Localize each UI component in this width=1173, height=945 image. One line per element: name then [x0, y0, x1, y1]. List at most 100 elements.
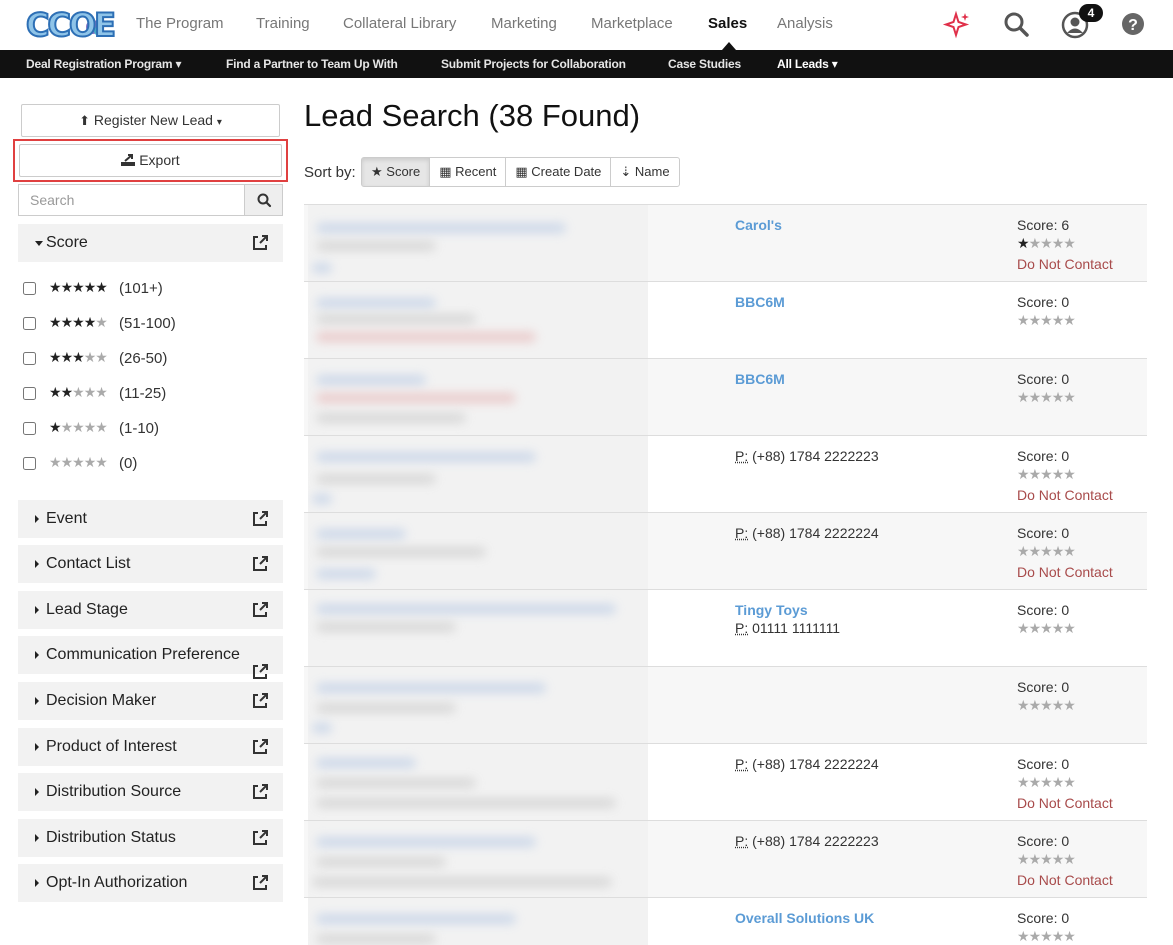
table-row[interactable]: P: (+88) 1784 2222224 Score: 0 ★★★★★ Do Not…	[304, 512, 1147, 589]
company-link[interactable]: Carol's	[735, 217, 782, 233]
subnav-submit-projects[interactable]: Submit Projects for Collaboration	[441, 57, 626, 71]
phone-prefix: P:	[735, 448, 748, 464]
star-rating-icon: ★★★★★	[1017, 620, 1075, 637]
table-row[interactable]: P: (+88) 1784 2222223 Score: 0 ★★★★★ Do Not…	[304, 820, 1147, 897]
score-checkbox[interactable]	[23, 282, 36, 295]
table-row[interactable]: Tingy Toys P: 01111 1111111 Score: 0 ★★★★★	[304, 589, 1147, 666]
phone-number: P: (+88) 1784 2222223	[735, 448, 879, 464]
caret-right-icon	[35, 788, 39, 796]
nav-marketing[interactable]: Marketing	[491, 15, 557, 32]
external-link-icon[interactable]	[251, 738, 269, 756]
export-icon	[121, 154, 135, 166]
facet-score-label: Score	[46, 234, 88, 252]
table-row[interactable]: P: (+88) 1784 2222224 Score: 0 ★★★★★ Do Not…	[304, 743, 1147, 820]
redacted-lead-details	[308, 821, 648, 897]
phone-prefix: P:	[735, 756, 748, 772]
do-not-contact-label: Do Not Contact	[1017, 256, 1113, 272]
facet-label: Lead Stage	[46, 601, 128, 619]
score-checkbox[interactable]	[23, 457, 36, 470]
subnav-all-leads[interactable]: All Leads ▾	[777, 57, 838, 71]
nav-training[interactable]: Training	[256, 15, 310, 32]
sort-name-button[interactable]: ⇣ Name	[610, 157, 679, 187]
facet-contact-list[interactable]: Contact List	[18, 545, 283, 583]
table-row[interactable]: BBC6M Score: 0 ★★★★★	[304, 358, 1147, 435]
nav-the-program[interactable]: The Program	[136, 15, 224, 32]
search-icon[interactable]	[1002, 10, 1032, 40]
facet-decision-maker[interactable]: Decision Maker	[18, 682, 283, 720]
external-link-icon[interactable]	[251, 692, 269, 710]
facet-event[interactable]: Event	[18, 500, 283, 538]
company-link[interactable]: Tingy Toys	[735, 602, 808, 618]
logo-text: CCOE	[26, 6, 114, 44]
caret-right-icon	[35, 879, 39, 887]
phone-prefix: P:	[735, 525, 748, 541]
score-checkbox[interactable]	[23, 387, 36, 400]
subnav-case-studies[interactable]: Case Studies	[668, 57, 741, 71]
table-row[interactable]: Carol's Score: 6 ★★★★★ Do Not Contact	[304, 204, 1147, 281]
external-link-icon[interactable]	[251, 663, 269, 681]
subnav-all-leads-label: All Leads	[777, 57, 829, 71]
facet-score[interactable]: Score	[18, 224, 283, 262]
sort-create-date-button[interactable]: ▦ Create Date	[505, 157, 611, 187]
table-row[interactable]: Score: 0 ★★★★★	[304, 666, 1147, 743]
sort-button-group: ★ Score ▦ Recent ▦ Create Date ⇣ Name	[361, 157, 680, 187]
facet-communication-preference[interactable]: Communication Preference	[18, 636, 283, 674]
nav-marketplace[interactable]: Marketplace	[591, 15, 673, 32]
star-rating-icon: ★★★★★	[49, 314, 107, 331]
score-checkbox[interactable]	[23, 422, 36, 435]
facet-distribution-source[interactable]: Distribution Source	[18, 773, 283, 811]
facet-lead-stage[interactable]: Lead Stage	[18, 591, 283, 629]
external-link-icon[interactable]	[251, 783, 269, 801]
score-range-label: (101+)	[119, 280, 163, 297]
external-link-icon[interactable]	[251, 234, 269, 252]
table-row[interactable]: BBC6M Score: 0 ★★★★★	[304, 281, 1147, 358]
nav-collateral-library[interactable]: Collateral Library	[343, 15, 456, 32]
lead-search-input[interactable]	[19, 185, 245, 215]
ccoe-logo[interactable]: CCOE	[26, 4, 106, 46]
top-navigation: CCOE The Program Training Collateral Lib…	[0, 0, 1173, 50]
facet-distribution-status[interactable]: Distribution Status	[18, 819, 283, 857]
company-link[interactable]: Overall Solutions UK	[735, 910, 874, 926]
phone-number: P: 01111 1111111	[735, 620, 840, 636]
export-label: Export	[139, 152, 179, 168]
company-link[interactable]: BBC6M	[735, 371, 785, 387]
sort-recent-button[interactable]: ▦ Recent	[429, 157, 506, 187]
score-checkbox[interactable]	[23, 352, 36, 365]
score-checkbox[interactable]	[23, 317, 36, 330]
lead-score: Score: 0	[1017, 371, 1069, 387]
external-link-icon[interactable]	[251, 555, 269, 573]
register-new-lead-button[interactable]: ⬆ Register New Lead ▾	[21, 104, 280, 137]
table-row[interactable]: Overall Solutions UK Score: 0 ★★★★★	[304, 897, 1147, 945]
sort-score-button[interactable]: ★ Score	[361, 157, 430, 187]
external-link-icon[interactable]	[251, 510, 269, 528]
help-icon[interactable]: ?	[1119, 10, 1149, 40]
external-link-icon[interactable]	[251, 874, 269, 892]
nav-sales[interactable]: Sales	[708, 15, 747, 32]
nav-analysis[interactable]: Analysis	[777, 15, 833, 32]
redacted-lead-details	[308, 282, 648, 358]
facet-label: Opt-In Authorization	[46, 874, 187, 892]
sort-score-label: Score	[386, 164, 420, 179]
search-icon	[245, 185, 283, 215]
facet-product-of-interest[interactable]: Product of Interest	[18, 728, 283, 766]
external-link-icon[interactable]	[251, 601, 269, 619]
sparkle-icon[interactable]	[942, 10, 972, 40]
subnav-find-partner[interactable]: Find a Partner to Team Up With	[226, 57, 398, 71]
phone-value: (+88) 1784 2222224	[752, 756, 879, 772]
facet-opt-in-authorization[interactable]: Opt-In Authorization	[18, 864, 283, 902]
redacted-lead-details	[308, 667, 648, 743]
phone-value: 01111 1111111	[752, 620, 840, 636]
sort-label: Sort by:	[304, 164, 356, 181]
sub-navigation: Deal Registration Program ▾ Find a Partn…	[0, 50, 1173, 78]
facet-label: Event	[46, 510, 87, 528]
lead-score: Score: 0	[1017, 833, 1069, 849]
subnav-deal-registration[interactable]: Deal Registration Program ▾	[26, 57, 181, 71]
facet-label: Distribution Source	[46, 783, 181, 801]
company-link[interactable]: BBC6M	[735, 294, 785, 310]
lead-score: Score: 0	[1017, 602, 1069, 618]
table-row[interactable]: P: (+88) 1784 2222223 Score: 0 ★★★★★ Do Not…	[304, 435, 1147, 512]
phone-value: (+88) 1784 2222224	[752, 525, 879, 541]
lead-search-button[interactable]	[244, 185, 282, 215]
export-button[interactable]: Export	[19, 144, 282, 177]
external-link-icon[interactable]	[251, 829, 269, 847]
